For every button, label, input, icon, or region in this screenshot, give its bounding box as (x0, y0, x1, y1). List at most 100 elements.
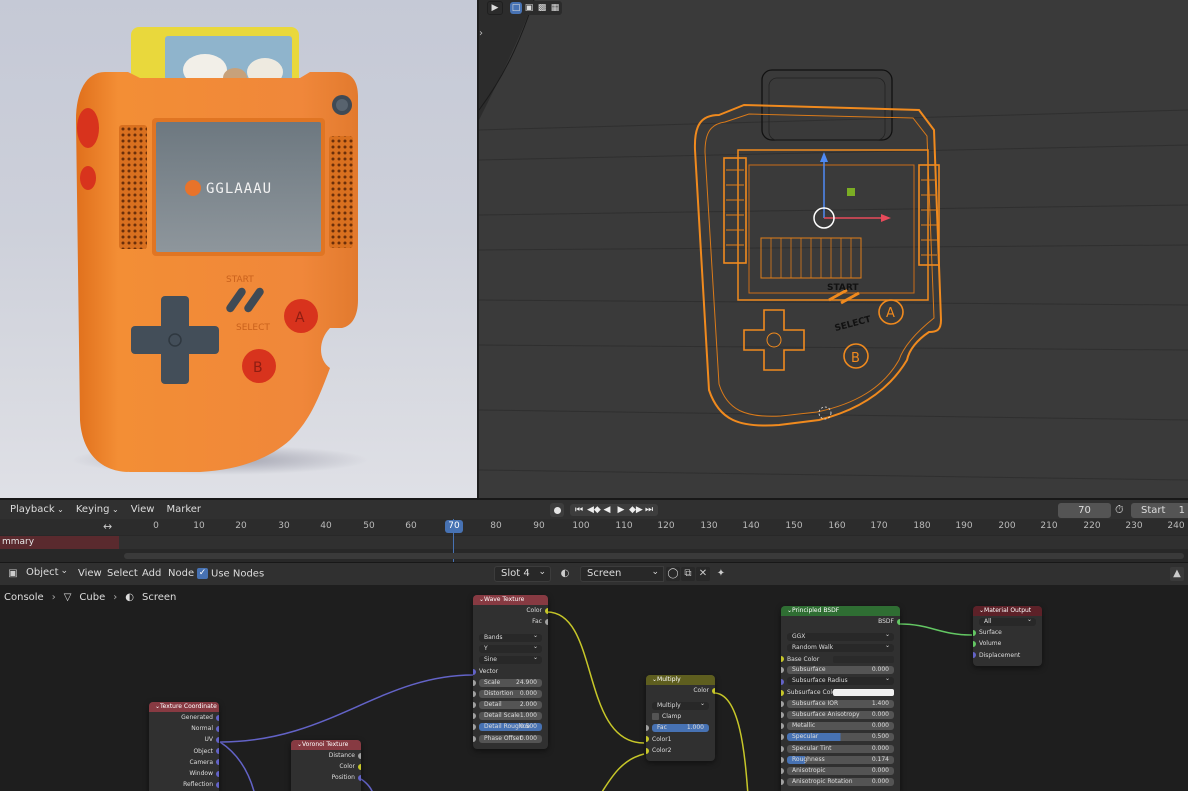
multiply-node[interactable]: Multiply Color Multiply Clamp Fac1.000 C… (646, 675, 715, 761)
node-menu[interactable]: Node (168, 568, 194, 579)
input-socket[interactable]: Volume (973, 638, 1042, 649)
expand-arrow-icon[interactable]: › (479, 28, 483, 39)
output-socket[interactable]: Distance (291, 750, 361, 761)
distribution-dropdown[interactable]: GGX (781, 631, 900, 642)
prev-keyframe-icon[interactable]: ◀◆ (587, 505, 601, 515)
jump-end-icon[interactable]: ⏭ (643, 505, 655, 515)
specular-tint-field[interactable]: Specular Tint 0.000 (781, 743, 900, 754)
output-socket[interactable]: Position (291, 772, 361, 783)
input-socket[interactable]: Vector (473, 666, 548, 677)
detail-roughness-field[interactable]: Detail Roughne 0.500 (473, 722, 548, 733)
use-nodes-toggle[interactable]: ✓ Use Nodes (197, 568, 264, 580)
output-socket[interactable]: Window (149, 768, 219, 779)
specular-field[interactable]: Specular 0.500 (781, 732, 900, 743)
base-color-input[interactable]: Base Color (781, 654, 900, 665)
playback-menu[interactable]: Playback (4, 504, 70, 515)
scale-field[interactable]: Scale 24.900 (473, 677, 548, 688)
box-select-icon[interactable]: □ (510, 2, 522, 14)
subsurface-field[interactable]: Subsurface 0.000 (781, 665, 900, 676)
material-name-field[interactable]: Screen (580, 565, 664, 582)
transform-gizmo[interactable] (813, 152, 891, 229)
current-frame-indicator[interactable]: 70 (445, 520, 463, 533)
select-menu[interactable]: Select (107, 568, 138, 579)
view-menu[interactable]: View (125, 504, 161, 515)
timeline-tracks[interactable]: mmary (0, 519, 1188, 562)
voronoi-texture-node[interactable]: Voronoi Texture Distance Color Position (291, 740, 361, 791)
add-menu[interactable]: Add (142, 568, 161, 579)
jump-start-icon[interactable]: ⏮ (573, 505, 585, 515)
anisotropic-rotation-field[interactable]: Anisotropic Rotation 0.000 (781, 777, 900, 788)
play-icon[interactable]: ▶ (615, 505, 627, 515)
slot-dropdown[interactable]: Slot 4 (494, 565, 551, 582)
breadcrumb-material[interactable]: Screen (142, 592, 176, 603)
node-editor-canvas[interactable]: Console › ▽ Cube › ◐ Screen Wave Texture… (0, 585, 1188, 791)
output-socket[interactable]: Camera (149, 757, 219, 768)
blend-mode-dropdown[interactable]: Multiply (646, 700, 715, 711)
summary-channel[interactable]: mmary (0, 536, 119, 549)
output-socket[interactable]: Color (646, 685, 715, 696)
output-socket[interactable]: Color (473, 605, 548, 616)
select-intersect-icon[interactable]: ▦ (549, 2, 561, 14)
start-frame-field[interactable]: Start 1 (1131, 503, 1188, 518)
wave-direction-dropdown[interactable]: Y (473, 643, 548, 655)
output-socket[interactable]: Fac (473, 616, 548, 627)
wave-profile-dropdown[interactable]: Sine (473, 654, 548, 666)
output-socket[interactable]: BSDF (781, 616, 900, 627)
wave-type-dropdown[interactable]: Bands (473, 632, 548, 643)
stopwatch-icon[interactable]: ⏱ (1115, 503, 1129, 517)
input-socket[interactable]: Color1 (646, 734, 715, 745)
timeline-ruler[interactable]: ↔ 0 10 20 30 40 50 60 70 80 90 100 110 1… (0, 519, 1188, 535)
subsurface-anisotropy-field[interactable]: Subsurface Anisotropy 0.000 (781, 710, 900, 721)
input-socket[interactable]: Displacement (973, 650, 1042, 661)
anisotropic-field[interactable]: Anisotropic 0.000 (781, 765, 900, 776)
fake-user-icon[interactable]: ◯ (666, 567, 680, 581)
pin-icon[interactable]: ✦ (714, 567, 728, 581)
target-dropdown[interactable]: All (973, 616, 1042, 627)
input-socket[interactable]: Color2 (646, 745, 715, 756)
play-reverse-icon[interactable]: ◀ (601, 505, 613, 515)
current-frame-field[interactable]: 70 (1058, 503, 1111, 518)
output-socket[interactable]: Reflection (149, 779, 219, 790)
subsurface-method-dropdown[interactable]: Random Walk (781, 642, 900, 653)
record-icon[interactable] (550, 503, 564, 517)
principled-bsdf-node[interactable]: Principled BSDF BSDF GGX Random Walk Bas… (781, 606, 900, 791)
material-sphere-icon[interactable]: ◐ (558, 567, 572, 581)
render-viewport[interactable]: GGLAAAU START SELECT A B (0, 0, 477, 498)
next-keyframe-icon[interactable]: ◆▶ (629, 505, 643, 515)
swap-icon[interactable]: ↔ (103, 520, 112, 533)
roughness-field[interactable]: Roughness 0.174 (781, 754, 900, 765)
select-extend-icon[interactable]: ▣ (523, 2, 535, 14)
input-socket[interactable]: Surface (973, 627, 1042, 638)
detail-field[interactable]: Detail 2.000 (473, 700, 548, 711)
detail-scale-field[interactable]: Detail Scale 1.000 (473, 711, 548, 722)
breadcrumb-object[interactable]: Cube (79, 592, 105, 603)
view-menu[interactable]: View (78, 568, 102, 579)
output-socket[interactable]: UV (149, 734, 219, 745)
sidebar-toggle-icon[interactable]: ▲ (1170, 567, 1184, 581)
keying-menu[interactable]: Keying (70, 504, 125, 515)
phase-offset-field[interactable]: Phase Offset 0.000 (473, 733, 548, 744)
output-socket[interactable]: Normal (149, 723, 219, 734)
3d-viewport[interactable]: START SELECT A B ▶ □ ▣ ▩ ▦ › (479, 0, 1188, 498)
distortion-field[interactable]: Distortion 0.000 (473, 688, 548, 699)
select-subtract-icon[interactable]: ▩ (536, 2, 548, 14)
clamp-checkbox[interactable]: Clamp (646, 711, 715, 722)
subsurface-color-input[interactable]: Subsurface Color (781, 687, 900, 698)
timeline-scrollbar[interactable] (124, 553, 1184, 559)
duplicate-icon[interactable]: ⧉ (681, 567, 695, 581)
fac-field[interactable]: Fac 1.000 (646, 723, 715, 734)
subsurface-ior-field[interactable]: Subsurface IOR 1.400 (781, 698, 900, 709)
output-socket[interactable]: Generated (149, 712, 219, 723)
close-icon[interactable]: ✕ (696, 567, 710, 581)
breadcrumb-console[interactable]: Console (4, 592, 44, 603)
metallic-field[interactable]: Metallic 0.000 (781, 721, 900, 732)
texture-coordinate-node[interactable]: Texture Coordinate Generated Normal UV O… (149, 702, 219, 791)
subsurface-radius-dropdown[interactable]: Subsurface Radius (781, 675, 900, 687)
marker-menu[interactable]: Marker (160, 504, 207, 515)
output-socket[interactable]: Object (149, 746, 219, 757)
editor-type-icon[interactable]: ▣ (6, 567, 20, 581)
material-output-node[interactable]: Material Output All Surface Volume Displ… (973, 606, 1042, 666)
object-mode-dropdown[interactable]: Object (20, 564, 72, 582)
output-socket[interactable]: Color (291, 761, 361, 772)
cursor-icon[interactable]: ▶ (487, 1, 503, 15)
